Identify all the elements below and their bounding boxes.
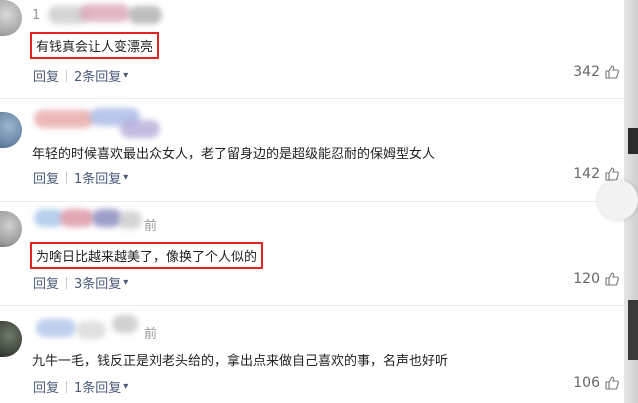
reply-button[interactable]: 回复 (33, 377, 59, 396)
divider (66, 171, 68, 184)
username[interactable]: 1 (32, 8, 41, 23)
avatar[interactable] (0, 0, 22, 36)
like-count: 142 (573, 166, 600, 182)
like-count: 120 (573, 271, 600, 287)
comment-item: 1 有钱真会让人变漂亮 回复 2条回复 ▾ 342 (0, 0, 624, 99)
username-redaction (128, 6, 162, 24)
comment-actions: 回复 1条回复 ▾ (33, 168, 128, 187)
like-button[interactable]: 106 (573, 375, 620, 391)
username-redaction (60, 209, 94, 227)
comment-item: 年轻的时候喜欢最出众女人，老了留身边的是超级能忍耐的保姆型女人 回复 1条回复 … (0, 98, 624, 202)
avatar[interactable] (0, 321, 22, 357)
chevron-down-icon[interactable]: ▾ (123, 172, 128, 183)
comment-text: 有钱真会让人变漂亮 (29, 32, 160, 59)
username-redaction (76, 321, 106, 339)
divider (66, 276, 68, 289)
view-replies-button[interactable]: 3条回复 (74, 273, 121, 292)
background-block (628, 128, 638, 154)
view-replies-button[interactable]: 1条回复 (74, 168, 121, 187)
like-count: 106 (573, 375, 600, 391)
username-redaction (34, 110, 94, 128)
avatar[interactable] (0, 211, 22, 247)
floating-action-button[interactable] (598, 180, 638, 220)
reply-button[interactable]: 回复 (33, 66, 59, 85)
divider (66, 380, 68, 393)
reply-button[interactable]: 回复 (33, 273, 59, 292)
username-redaction (120, 120, 160, 138)
view-replies-button[interactable]: 1条回复 (74, 377, 121, 396)
divider (66, 69, 68, 82)
like-button[interactable]: 342 (573, 64, 620, 80)
username-redaction (36, 319, 76, 337)
view-replies-button[interactable]: 2条回复 (74, 66, 121, 85)
comment-text: 九牛一毛，钱反正是刘老头给的，拿出点来做自己喜欢的事，名声也好听 (32, 354, 449, 369)
username[interactable]: 前 (144, 215, 158, 234)
username[interactable]: 前 (144, 323, 158, 342)
thumbs-up-icon[interactable] (604, 271, 620, 287)
chevron-down-icon[interactable]: ▾ (123, 381, 128, 392)
avatar[interactable] (0, 112, 22, 148)
chevron-down-icon[interactable]: ▾ (123, 70, 128, 81)
comment-text: 年轻的时候喜欢最出众女人，老了留身边的是超级能忍耐的保姆型女人 (32, 147, 436, 162)
comment-actions: 回复 2条回复 ▾ (33, 66, 128, 85)
thumbs-up-icon[interactable] (604, 64, 620, 80)
like-button[interactable]: 120 (573, 271, 620, 287)
username-redaction (80, 4, 130, 22)
username-redaction (118, 211, 142, 229)
comment-item: 前 为啥日比越来越美了，像换了个人似的 回复 3条回复 ▾ 120 (0, 201, 624, 306)
comment-text: 为啥日比越来越美了，像换了个人似的 (29, 242, 264, 269)
background-block (628, 300, 638, 360)
like-count: 342 (573, 64, 600, 80)
comment-item: 前 九牛一毛，钱反正是刘老头给的，拿出点来做自己喜欢的事，名声也好听 回复 1条… (0, 305, 624, 403)
thumbs-up-icon[interactable] (604, 375, 620, 391)
comment-actions: 回复 1条回复 ▾ (33, 377, 128, 396)
comment-list: 1 有钱真会让人变漂亮 回复 2条回复 ▾ 342 年轻的时候喜欢最出众女人，老… (0, 0, 624, 403)
chevron-down-icon[interactable]: ▾ (123, 277, 128, 288)
username-redaction (112, 315, 138, 333)
reply-button[interactable]: 回复 (33, 168, 59, 187)
comment-actions: 回复 3条回复 ▾ (33, 273, 128, 292)
